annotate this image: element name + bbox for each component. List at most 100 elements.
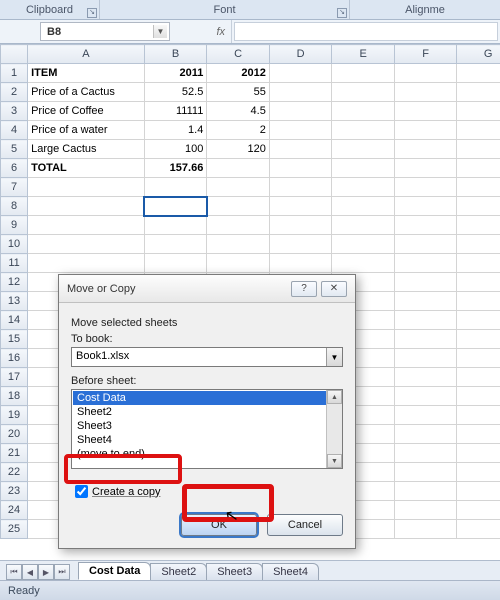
cell[interactable]: [394, 520, 457, 539]
cell[interactable]: [269, 64, 332, 83]
row-header[interactable]: 13: [1, 292, 28, 311]
row-header[interactable]: 11: [1, 254, 28, 273]
cell[interactable]: [332, 102, 395, 121]
col-header[interactable]: C: [207, 45, 270, 64]
cell[interactable]: [269, 159, 332, 178]
cell[interactable]: [144, 216, 207, 235]
cell[interactable]: TOTAL: [28, 159, 145, 178]
cell[interactable]: [28, 178, 145, 197]
ok-button[interactable]: OK: [181, 514, 257, 536]
row-header[interactable]: 10: [1, 235, 28, 254]
col-header[interactable]: F: [394, 45, 457, 64]
cell[interactable]: [394, 406, 457, 425]
cell[interactable]: [144, 254, 207, 273]
cell[interactable]: [394, 121, 457, 140]
cell[interactable]: [457, 83, 500, 102]
cell[interactable]: [394, 330, 457, 349]
cell[interactable]: [457, 216, 500, 235]
cell[interactable]: 4.5: [207, 102, 270, 121]
cell[interactable]: [457, 197, 500, 216]
cell[interactable]: [207, 159, 270, 178]
row-header[interactable]: 16: [1, 349, 28, 368]
tab-nav-first-icon[interactable]: ⏮: [6, 564, 22, 580]
cell[interactable]: [394, 444, 457, 463]
row-header[interactable]: 25: [1, 520, 28, 539]
col-header[interactable]: G: [457, 45, 500, 64]
list-item[interactable]: Sheet4: [73, 433, 341, 447]
cell[interactable]: Price of a Cactus: [28, 83, 145, 102]
cell[interactable]: [457, 292, 500, 311]
cell[interactable]: [394, 254, 457, 273]
cell[interactable]: [332, 197, 395, 216]
row-header[interactable]: 6: [1, 159, 28, 178]
cell[interactable]: [394, 368, 457, 387]
cell[interactable]: [332, 178, 395, 197]
cell[interactable]: [394, 216, 457, 235]
col-header[interactable]: B: [144, 45, 207, 64]
cell[interactable]: [394, 64, 457, 83]
cell[interactable]: [144, 178, 207, 197]
cell[interactable]: [457, 235, 500, 254]
cell[interactable]: [144, 235, 207, 254]
cell[interactable]: 157.66: [144, 159, 207, 178]
row-header[interactable]: 14: [1, 311, 28, 330]
select-all-corner[interactable]: [1, 45, 28, 64]
dialog-titlebar[interactable]: Move or Copy ? ✕: [59, 275, 355, 303]
cell[interactable]: [332, 121, 395, 140]
cell[interactable]: [457, 64, 500, 83]
row-header[interactable]: 23: [1, 482, 28, 501]
cell[interactable]: [394, 178, 457, 197]
cell[interactable]: 55: [207, 83, 270, 102]
dialog-launcher-icon[interactable]: ↘: [87, 8, 97, 18]
cell[interactable]: [457, 159, 500, 178]
to-book-combo[interactable]: Book1.xlsx ▼: [71, 347, 343, 367]
row-header[interactable]: 19: [1, 406, 28, 425]
sheet-tab[interactable]: Sheet2: [150, 563, 207, 580]
cell[interactable]: [332, 64, 395, 83]
row-header[interactable]: 18: [1, 387, 28, 406]
create-copy-checkbox[interactable]: [75, 485, 88, 498]
chevron-down-icon[interactable]: ▼: [153, 25, 167, 38]
cell[interactable]: [394, 83, 457, 102]
cell[interactable]: [269, 102, 332, 121]
cell[interactable]: [394, 235, 457, 254]
cell[interactable]: [457, 273, 500, 292]
cell[interactable]: [457, 349, 500, 368]
row-header[interactable]: 3: [1, 102, 28, 121]
cell[interactable]: [207, 178, 270, 197]
cell[interactable]: [144, 197, 207, 216]
cell[interactable]: [269, 178, 332, 197]
sheet-tab[interactable]: Sheet4: [262, 563, 319, 580]
row-header[interactable]: 15: [1, 330, 28, 349]
create-copy-row[interactable]: Create a copy: [71, 483, 343, 500]
cell[interactable]: [207, 235, 270, 254]
cell[interactable]: 52.5: [144, 83, 207, 102]
row-header[interactable]: 22: [1, 463, 28, 482]
cell[interactable]: ITEM: [28, 64, 145, 83]
cell[interactable]: [394, 197, 457, 216]
cell[interactable]: [394, 501, 457, 520]
cell[interactable]: [394, 463, 457, 482]
close-button[interactable]: ✕: [321, 281, 347, 297]
list-item[interactable]: Sheet2: [73, 405, 341, 419]
cell[interactable]: [332, 216, 395, 235]
tab-nav-next-icon[interactable]: ▶: [38, 564, 54, 580]
cell[interactable]: [457, 330, 500, 349]
row-header[interactable]: 1: [1, 64, 28, 83]
cell[interactable]: [269, 83, 332, 102]
col-header[interactable]: A: [28, 45, 145, 64]
cell[interactable]: [269, 254, 332, 273]
cell[interactable]: 120: [207, 140, 270, 159]
cell[interactable]: [394, 140, 457, 159]
cell[interactable]: [207, 254, 270, 273]
col-header[interactable]: D: [269, 45, 332, 64]
cell[interactable]: [394, 349, 457, 368]
cell[interactable]: [269, 140, 332, 159]
cell[interactable]: [28, 254, 145, 273]
cell[interactable]: [207, 197, 270, 216]
cell[interactable]: 1.4: [144, 121, 207, 140]
formula-input[interactable]: [234, 22, 498, 41]
cell[interactable]: [332, 140, 395, 159]
row-header[interactable]: 21: [1, 444, 28, 463]
tab-nav-prev-icon[interactable]: ◀: [22, 564, 38, 580]
